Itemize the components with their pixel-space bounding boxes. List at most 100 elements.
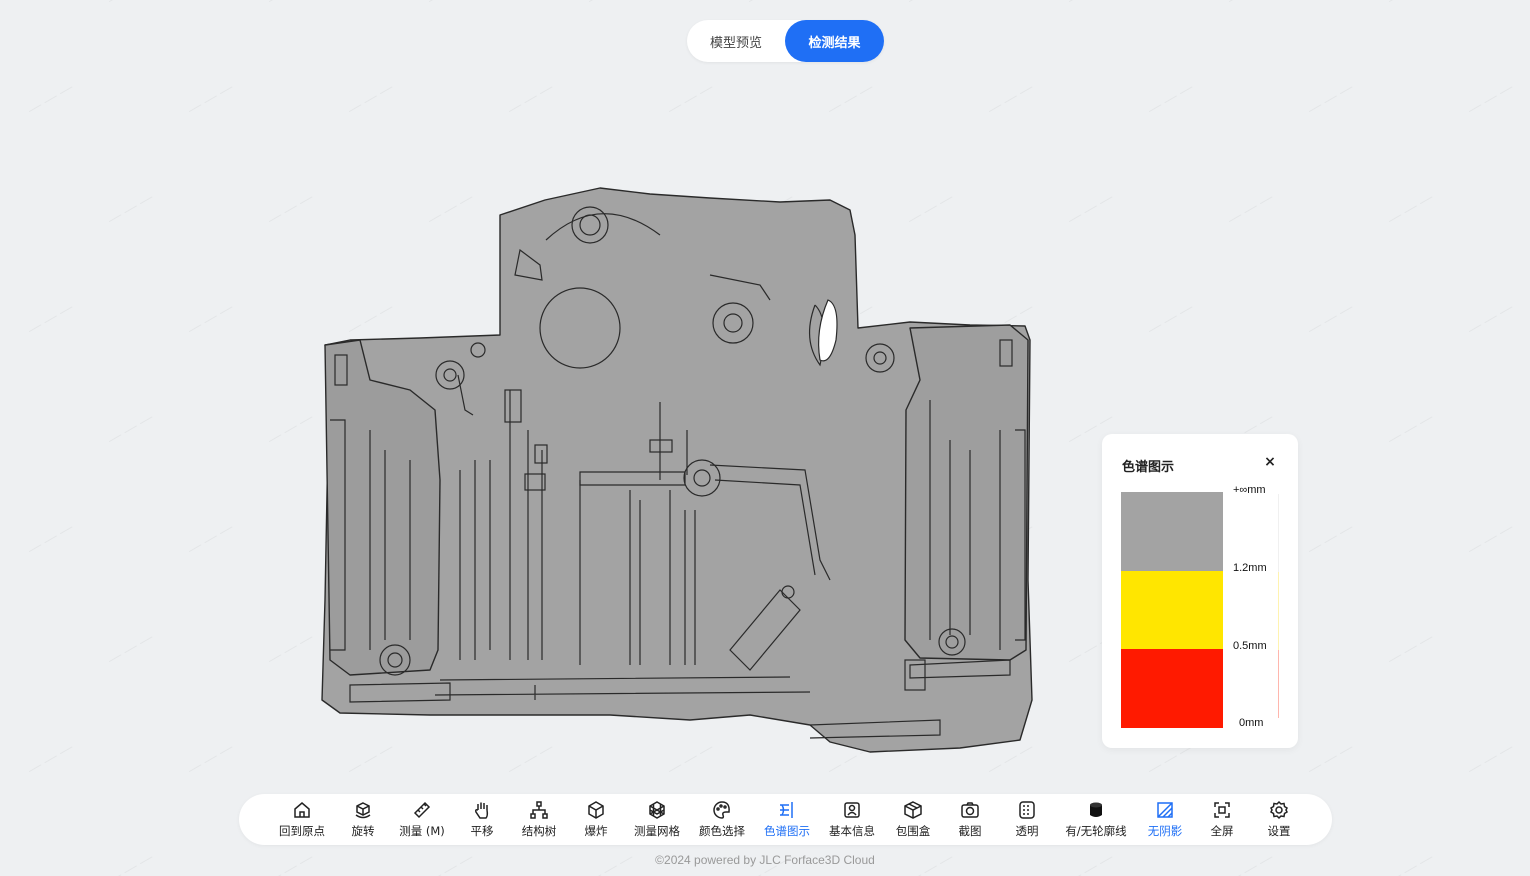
palette-icon <box>713 801 730 819</box>
hand-icon <box>475 802 489 819</box>
screenshot-button[interactable]: 截图 <box>945 794 995 845</box>
watermark-mark: — — — <box>745 0 796 7</box>
footer-copyright: ©2024 powered by JLC Forface3D Cloud <box>655 853 875 867</box>
legend-guide-red <box>1278 650 1279 718</box>
toolbar-label: 测量网格 <box>634 824 680 838</box>
watermark-mark: — — — <box>105 629 156 668</box>
watermark-mark: — — — <box>1145 299 1196 338</box>
gear-icon <box>1270 800 1288 820</box>
watermark-mark: — — — <box>1145 79 1196 118</box>
toolbar-label: 截图 <box>958 824 982 838</box>
legend-tick-1-2: 1.2mm <box>1233 562 1267 574</box>
legend-guide-gray <box>1278 494 1279 572</box>
toolbar-label: 回到原点 <box>279 824 325 838</box>
watermark-mark: — — — <box>105 189 156 228</box>
no-shadow-button[interactable]: 无阴影 <box>1133 794 1197 845</box>
watermark-mark: — — — <box>1385 0 1436 7</box>
watermark-mark: — — — <box>665 79 716 118</box>
watermark-mark: — — — <box>1305 299 1356 338</box>
tab-detection-result[interactable]: 检测结果 <box>785 20 884 62</box>
bounding-box-button[interactable]: 包围盒 <box>881 794 945 845</box>
watermark-mark: — — — <box>185 299 236 338</box>
viewer-stage[interactable]: — — — — — — — — — — — — — — — — — — — — — — — —… <box>0 0 1530 876</box>
bottom-toolbar: 回到原点 旋转 测量 (M) 平移 结构树 爆炸 测量网格 颜色选择 色谱图示 … <box>239 794 1332 845</box>
outline-toggle-button[interactable]: 有/无轮廓线 <box>1059 794 1133 845</box>
toolbar-label: 无阴影 <box>1147 824 1183 838</box>
watermark-mark: — — — <box>985 79 1036 118</box>
spectrum-icon <box>780 802 793 818</box>
color-select-button[interactable]: 颜色选择 <box>693 794 751 845</box>
legend-tick-0-5: 0.5mm <box>1233 640 1267 652</box>
watermark-mark: — — — <box>1305 79 1356 118</box>
watermark-mark: — — — <box>265 629 316 668</box>
watermark-mark: — — — <box>265 0 316 7</box>
watermark-mark: — — — <box>25 739 76 778</box>
fullscreen-icon <box>1214 802 1230 818</box>
toolbar-label: 颜色选择 <box>699 824 745 838</box>
watermark-mark: — — — <box>505 79 556 118</box>
legend-bar-gray <box>1121 492 1223 571</box>
watermark-mark: — — — <box>25 79 76 118</box>
toolbar-label: 基本信息 <box>829 824 875 838</box>
cylinder-icon <box>1090 802 1102 817</box>
watermark-mark: — — — <box>1065 0 1116 7</box>
watermark-mark: — — — <box>425 0 476 7</box>
measure-button[interactable]: 测量 (M) <box>387 794 457 845</box>
toolbar-label: 平移 <box>470 824 494 838</box>
watermark-mark: — — — <box>185 739 236 778</box>
fullscreen-button[interactable]: 全屏 <box>1197 794 1247 845</box>
watermark-mark: — — — <box>1465 519 1516 558</box>
watermark-mark: — — — <box>345 79 396 118</box>
watermark-mark: — — — <box>905 0 956 7</box>
legend-tick-inf: +∞mm <box>1233 484 1266 496</box>
watermark-mark: — — — <box>1385 189 1436 228</box>
tab-model-preview[interactable]: 模型预览 <box>687 20 785 62</box>
basic-info-button[interactable]: 基本信息 <box>823 794 881 845</box>
legend-guide-yellow <box>1278 572 1279 650</box>
color-spectrum-button[interactable]: 色谱图示 <box>751 794 823 845</box>
toolbar-label: 设置 <box>1267 824 1291 838</box>
watermark-mark: — — — <box>265 189 316 228</box>
structure-tree-button[interactable]: 结构树 <box>507 794 571 845</box>
toolbar-label: 包围盒 <box>895 824 931 838</box>
close-icon[interactable]: × <box>1262 454 1278 472</box>
toolbar-label: 旋转 <box>351 824 375 838</box>
shadow-icon <box>1157 802 1173 818</box>
legend-tick-0: 0mm <box>1239 717 1264 729</box>
transparent-button[interactable]: 透明 <box>995 794 1059 845</box>
legend-title: 色谱图示 <box>1122 460 1175 475</box>
view-tabs: 模型预览 检测结果 <box>687 20 884 62</box>
watermark-mark: — — — <box>825 79 876 118</box>
settings-button[interactable]: 设置 <box>1247 794 1311 845</box>
watermark-mark: — — — <box>105 409 156 448</box>
watermark-mark: — — — <box>1305 739 1356 778</box>
watermark-mark: — — — <box>25 299 76 338</box>
watermark-mark: — — — <box>265 409 316 448</box>
watermark-mark: — — — <box>1465 299 1516 338</box>
toolbar-label: 爆炸 <box>584 824 608 838</box>
rotate-button[interactable]: 旋转 <box>339 794 387 845</box>
toolbar-label: 透明 <box>1015 824 1039 838</box>
mesh-icon <box>649 801 665 819</box>
watermark-mark: — — — <box>1465 79 1516 118</box>
3d-model-view[interactable] <box>310 180 1040 760</box>
watermark-mark: — — — <box>1465 739 1516 778</box>
watermark-mark: — — — <box>1065 189 1116 228</box>
measure-mesh-button[interactable]: 测量网格 <box>621 794 693 845</box>
info-icon <box>844 802 860 818</box>
ruler-icon <box>413 801 431 819</box>
watermark-mark: — — — <box>25 519 76 558</box>
watermark-mark: — — — <box>185 79 236 118</box>
legend-bar-red <box>1121 649 1223 728</box>
pan-button[interactable]: 平移 <box>457 794 507 845</box>
watermark-mark: — — — <box>185 519 236 558</box>
watermark-mark: — — — <box>1385 629 1436 668</box>
watermark-mark: — — — <box>1225 189 1276 228</box>
home-button[interactable]: 回到原点 <box>265 794 339 845</box>
transparent-icon <box>1019 801 1035 819</box>
watermark-mark: — — — <box>105 0 156 7</box>
toolbar-label: 全屏 <box>1210 824 1234 838</box>
watermark-mark: — — — <box>1385 409 1436 448</box>
color-spectrum-legend: 色谱图示 × +∞mm 1.2mm 0.5mm 0mm <box>1102 434 1298 748</box>
explode-button[interactable]: 爆炸 <box>571 794 621 845</box>
